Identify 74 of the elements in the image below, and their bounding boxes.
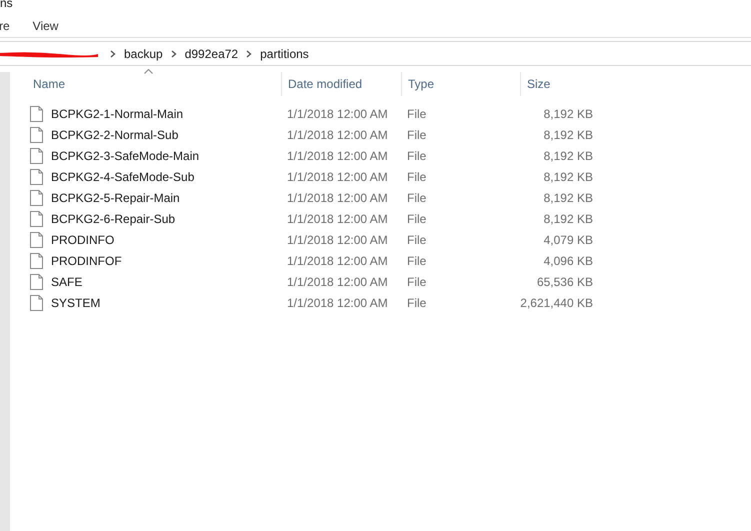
- type-cell: File: [407, 148, 426, 162]
- breadcrumb-item[interactable]: partitions: [260, 44, 309, 62]
- file-icon: [30, 274, 43, 290]
- address-bar[interactable]: backup d992ea72 partitions: [0, 41, 751, 66]
- file-name: SAFE: [51, 274, 82, 290]
- type-cell: File: [407, 212, 426, 226]
- size-cell-text: 4,096 KB: [544, 252, 593, 270]
- file-name: BCPKG2-3-SafeMode-Main: [51, 148, 200, 164]
- file-row[interactable]: SAFE 1/1/2018 12:00 AM File 65,536 KB: [27, 271, 600, 292]
- file-name: BCPKG2-5-Repair-Main: [51, 190, 180, 206]
- file-name: BCPKG2-1-Normal-Main: [51, 106, 184, 122]
- ribbon-tab[interactable]: View: [32, 17, 58, 35]
- file-icon: [30, 232, 43, 248]
- breadcrumb-item[interactable]: backup: [124, 44, 163, 62]
- chevron-icon: [170, 50, 177, 58]
- file-row[interactable]: BCPKG2-4-SafeMode-Sub 1/1/2018 12:00 AM File 8,192 KB: [27, 166, 600, 187]
- chevron-icon: [110, 50, 116, 58]
- date-cell: 1/1/2018 12:00 AM: [287, 170, 388, 184]
- size-cell-text: 4,079 KB: [544, 232, 593, 248]
- size-cell-text: 8,192 KB: [544, 126, 593, 144]
- window-title: ns: [0, 0, 13, 12]
- type-cell: File: [407, 296, 426, 310]
- date-cell: 1/1/2018 12:00 AM: [287, 128, 388, 142]
- size-cell-text: 2,621,440 KB: [520, 294, 593, 312]
- file-icon: [30, 294, 43, 310]
- size-cell-text: 8,192 KB: [544, 210, 593, 228]
- type-cell: File: [407, 274, 426, 288]
- file-icon: [30, 210, 43, 226]
- file-row[interactable]: BCPKG2-1-Normal-Main 1/1/2018 12:00 AM File 8,192 KB: [27, 103, 600, 124]
- type-cell: File: [407, 254, 426, 268]
- chevron-icon: [246, 50, 252, 58]
- column-header[interactable]: Type: [401, 72, 520, 96]
- date-cell: 1/1/2018 12:00 AM: [287, 148, 388, 162]
- file-row[interactable]: BCPKG2-2-Normal-Sub 1/1/2018 12:00 AM File 8,192 KB: [27, 124, 600, 145]
- file-row[interactable]: PRODINFOF 1/1/2018 12:00 AM File 4,096 KB: [27, 250, 600, 271]
- file-name: BCPKG2-6-Repair-Sub: [51, 210, 176, 228]
- column-header[interactable]: Name: [27, 72, 281, 96]
- file-name: SYSTEM: [51, 294, 100, 312]
- file-name: BCPKG2-4-SafeMode-Sub: [51, 168, 194, 186]
- file-icon: [30, 126, 43, 142]
- file-icon: [30, 252, 43, 268]
- date-cell: 1/1/2018 12:00 AM: [287, 232, 388, 246]
- date-cell: 1/1/2018 12:00 AM: [287, 254, 388, 268]
- ribbon-tab[interactable]: re: [0, 17, 10, 35]
- file-icon: [30, 106, 43, 122]
- file-row[interactable]: SYSTEM 1/1/2018 12:00 AM File 2,621,440 KB: [27, 292, 600, 313]
- type-cell: File: [407, 106, 426, 120]
- type-cell: File: [407, 128, 426, 142]
- file-name: BCPKG2-2-Normal-Sub: [51, 126, 178, 144]
- file-row[interactable]: BCPKG2-3-SafeMode-Main 1/1/2018 12:00 AM File 8,192 KB: [27, 145, 600, 166]
- size-cell-text: 8,192 KB: [544, 190, 593, 206]
- type-cell: File: [407, 190, 426, 204]
- breadcrumb-item[interactable]: d992ea72: [184, 44, 238, 62]
- date-cell: 1/1/2018 12:00 AM: [287, 106, 388, 120]
- file-name: PRODINFOF: [51, 252, 122, 270]
- date-cell: 1/1/2018 12:00 AM: [287, 296, 388, 310]
- type-cell: File: [407, 232, 426, 246]
- size-cell-text: 65,536 KB: [536, 274, 593, 290]
- file-row[interactable]: BCPKG2-5-Repair-Main 1/1/2018 12:00 AM File 8,192 KB: [27, 187, 600, 208]
- file-icon: [30, 148, 43, 164]
- file-row[interactable]: BCPKG2-6-Repair-Sub 1/1/2018 12:00 AM File 8,192 KB: [27, 208, 600, 229]
- file-name: PRODINFO: [51, 232, 114, 248]
- column-header[interactable]: Size: [520, 72, 600, 96]
- file-icon: [30, 190, 43, 206]
- file-icon: [30, 168, 43, 184]
- file-row[interactable]: PRODINFO 1/1/2018 12:00 AM File 4,079 KB: [27, 229, 600, 250]
- date-cell: 1/1/2018 12:00 AM: [287, 274, 388, 288]
- type-cell: File: [407, 170, 426, 184]
- size-cell-text: 8,192 KB: [544, 148, 593, 164]
- date-cell: 1/1/2018 12:00 AM: [287, 190, 388, 204]
- column-header[interactable]: Date modified: [281, 72, 401, 96]
- date-cell: 1/1/2018 12:00 AM: [287, 212, 388, 226]
- size-cell-text: 8,192 KB: [544, 106, 593, 122]
- size-cell-text: 8,192 KB: [544, 168, 593, 186]
